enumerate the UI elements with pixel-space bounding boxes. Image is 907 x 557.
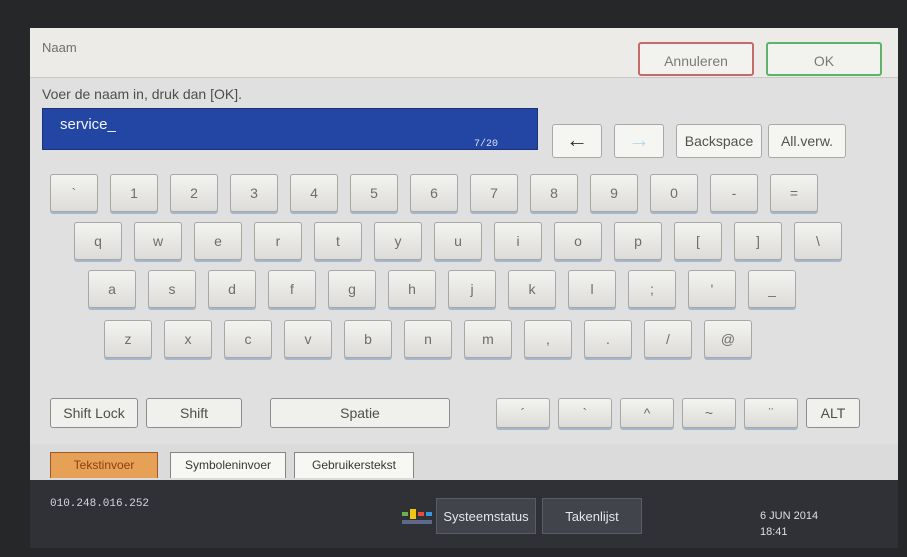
key-t[interactable]: t	[314, 222, 362, 260]
clear-all-button[interactable]: All.verw.	[768, 124, 846, 158]
key-semicolon[interactable]: ;	[628, 270, 676, 308]
instruction-text: Voer de naam in, druk dan [OK].	[42, 86, 243, 102]
key-underscore[interactable]: _	[748, 270, 796, 308]
input-mode-tabs	[30, 444, 898, 480]
key-a[interactable]: a	[88, 270, 136, 308]
cursor-left-button[interactable]: ←	[552, 124, 602, 158]
time-display: 18:41	[760, 526, 788, 538]
key-n[interactable]: n	[404, 320, 452, 358]
key-z[interactable]: z	[104, 320, 152, 358]
key-s[interactable]: s	[148, 270, 196, 308]
input-character-count: 7/20	[474, 139, 499, 150]
ricoh-status-icon	[402, 509, 432, 524]
input-value: service_	[60, 116, 116, 133]
key-i[interactable]: i	[494, 222, 542, 260]
key-backslash[interactable]: \	[794, 222, 842, 260]
tab-tekstinvoer[interactable]: Tekstinvoer	[50, 452, 158, 478]
device-screen: Naam Annuleren OK Voer de naam in, druk …	[30, 28, 898, 548]
key-right-bracket[interactable]: ]	[734, 222, 782, 260]
accent-umlaut-key[interactable]: ¨	[744, 398, 798, 428]
key-k[interactable]: k	[508, 270, 556, 308]
tab-symboleninvoer[interactable]: Symboleninvoer	[170, 452, 286, 478]
key-d[interactable]: d	[208, 270, 256, 308]
arrow-right-icon: →	[628, 127, 650, 152]
key-f[interactable]: f	[268, 270, 316, 308]
job-list-button[interactable]: Takenlijst	[542, 498, 642, 534]
ip-address: 010.248.016.252	[50, 498, 150, 510]
space-key[interactable]: Spatie	[270, 398, 450, 428]
key-j[interactable]: j	[448, 270, 496, 308]
key-8[interactable]: 8	[530, 174, 578, 212]
accent-circumflex-key[interactable]: ^	[620, 398, 674, 428]
ok-button[interactable]: OK	[766, 42, 882, 76]
key-w[interactable]: w	[134, 222, 182, 260]
key-6[interactable]: 6	[410, 174, 458, 212]
key-slash[interactable]: /	[644, 320, 692, 358]
key-9[interactable]: 9	[590, 174, 638, 212]
key-b[interactable]: b	[344, 320, 392, 358]
shift-lock-key[interactable]: Shift Lock	[50, 398, 138, 428]
key-r[interactable]: r	[254, 222, 302, 260]
name-input[interactable]	[42, 108, 538, 150]
key-4[interactable]: 4	[290, 174, 338, 212]
key-period[interactable]: .	[584, 320, 632, 358]
arrow-left-icon: ←	[566, 127, 588, 152]
key-v[interactable]: v	[284, 320, 332, 358]
key-at[interactable]: @	[704, 320, 752, 358]
tab-gebruikerstekst[interactable]: Gebruikerstekst	[294, 452, 414, 478]
alt-key[interactable]: ALT	[806, 398, 860, 428]
key-1[interactable]: 1	[110, 174, 158, 212]
key-x[interactable]: x	[164, 320, 212, 358]
backspace-button[interactable]: Backspace	[676, 124, 762, 158]
key-comma[interactable]: ,	[524, 320, 572, 358]
key-y[interactable]: y	[374, 222, 422, 260]
key-3[interactable]: 3	[230, 174, 278, 212]
key-p[interactable]: p	[614, 222, 662, 260]
key-7[interactable]: 7	[470, 174, 518, 212]
key-2[interactable]: 2	[170, 174, 218, 212]
date-display: 6 JUN 2014	[760, 510, 819, 522]
key-apostrophe[interactable]: '	[688, 270, 736, 308]
accent-acute-key[interactable]: ´	[496, 398, 550, 428]
cursor-right-button[interactable]: →	[614, 124, 664, 158]
key-g[interactable]: g	[328, 270, 376, 308]
accent-grave-key[interactable]: `	[558, 398, 612, 428]
key-5[interactable]: 5	[350, 174, 398, 212]
key-left-bracket[interactable]: [	[674, 222, 722, 260]
accent-tilde-key[interactable]: ~	[682, 398, 736, 428]
key-backtick[interactable]: `	[50, 174, 98, 212]
key-e[interactable]: e	[194, 222, 242, 260]
key-l[interactable]: l	[568, 270, 616, 308]
key-minus[interactable]: -	[710, 174, 758, 212]
key-0[interactable]: 0	[650, 174, 698, 212]
key-u[interactable]: u	[434, 222, 482, 260]
key-o[interactable]: o	[554, 222, 602, 260]
key-q[interactable]: q	[74, 222, 122, 260]
shift-key[interactable]: Shift	[146, 398, 242, 428]
dialog-title: Naam	[42, 40, 77, 55]
key-h[interactable]: h	[388, 270, 436, 308]
system-status-button[interactable]: Systeemstatus	[436, 498, 536, 534]
key-m[interactable]: m	[464, 320, 512, 358]
cancel-button[interactable]: Annuleren	[638, 42, 754, 76]
key-equals[interactable]: =	[770, 174, 818, 212]
key-c[interactable]: c	[224, 320, 272, 358]
